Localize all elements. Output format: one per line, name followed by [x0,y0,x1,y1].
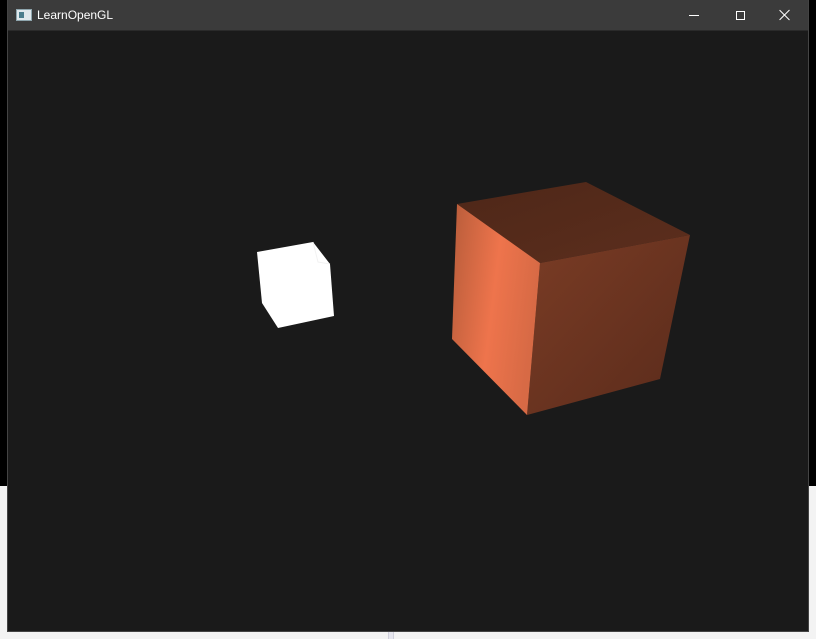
app-window: LearnOpenGL [8,0,808,631]
minimize-icon [689,14,699,16]
close-button[interactable] [762,0,808,30]
title-bar[interactable]: LearnOpenGL [8,0,808,31]
cube-right-face [527,235,690,415]
maximize-icon [735,10,745,20]
opengl-app-icon[interactable] [16,9,32,21]
window-title: LearnOpenGL [37,8,114,22]
opengl-render-viewport[interactable] [8,31,808,631]
render-scene [257,182,690,415]
maximize-button[interactable] [717,0,763,30]
minimize-button[interactable] [671,0,717,30]
close-icon [779,9,791,21]
light-source-cube [257,241,334,328]
light-cube-face [257,242,334,328]
lit-object-cube [452,182,690,415]
